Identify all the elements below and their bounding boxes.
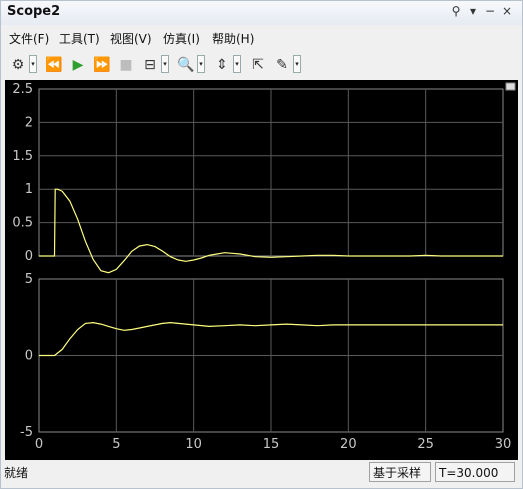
step-back-icon[interactable]: ⏪	[45, 55, 63, 75]
y-tick-label: 2	[25, 115, 33, 130]
title-bar[interactable]: Scope2 ⚲ ▾ − ×	[1, 1, 522, 25]
menu-bar: 文件(F) 工具(T) 视图(V) 仿真(I) 帮助(H)	[1, 27, 522, 49]
scope-display: 0 0.5 1 1.5 2 2.5 -5 0 5 0 5 10 15 20 25 30	[5, 80, 518, 460]
y-tick-label: -5	[20, 425, 33, 440]
minimize-icon[interactable]: −	[483, 4, 497, 18]
step-forward-icon[interactable]: ⏩	[93, 55, 111, 75]
run-icon[interactable]: ▶	[69, 55, 87, 75]
style-dropdown[interactable]: ▾	[293, 55, 301, 73]
y-tick-label: 2.5	[12, 82, 33, 97]
toolbar: ⚙ ▾ ⏪ ▶ ⏩ ■ ⊟ ▾ 🔍 ▾ ⇕ ▾ ⇱ ✎ ▾	[1, 51, 522, 79]
x-tick-label: 20	[340, 437, 357, 452]
y-tick-label: 0.5	[12, 216, 33, 231]
autoscale-icon[interactable]: ⇕	[213, 55, 231, 75]
axes-menu-icon	[505, 82, 516, 91]
zoom-dropdown[interactable]: ▾	[197, 55, 205, 73]
style-icon[interactable]: ✎	[273, 55, 291, 75]
y-tick-label: 1	[25, 182, 33, 197]
menu-simulation[interactable]: 仿真(I)	[163, 30, 200, 47]
pin-icon[interactable]: ⚲	[449, 4, 463, 18]
menu-help[interactable]: 帮助(H)	[212, 30, 254, 47]
x-tick-label: 0	[35, 437, 43, 452]
autoscale-dropdown[interactable]: ▾	[233, 55, 241, 73]
highlight-dropdown[interactable]: ▾	[161, 55, 169, 73]
settings-icon[interactable]: ⚙	[9, 55, 27, 75]
stop-icon[interactable]: ■	[117, 55, 135, 75]
menu-tools[interactable]: 工具(T)	[59, 30, 100, 47]
menu-file[interactable]: 文件(F)	[9, 30, 49, 47]
y-tick-label: 0	[25, 249, 33, 264]
menu-view[interactable]: 视图(V)	[110, 30, 152, 47]
zoom-icon[interactable]: 🔍	[177, 55, 195, 75]
scope-plots[interactable]: 00.511.522.5-5050 5 10 15 20 25 30	[5, 80, 518, 460]
x-tick-label: 10	[185, 437, 202, 452]
close-icon[interactable]: ×	[500, 4, 514, 18]
window-title: Scope2	[7, 4, 61, 19]
x-tick-label: 30	[495, 437, 512, 452]
scope-window: Scope2 ⚲ ▾ − × 文件(F) 工具(T) 视图(V) 仿真(I) 帮…	[0, 0, 523, 489]
status-bar: 就绪 基于采样 T=30.000	[1, 460, 522, 488]
y-tick-label: 0	[25, 349, 33, 364]
sample-mode-field: 基于采样	[369, 462, 431, 482]
x-tick-label: 15	[263, 437, 280, 452]
x-tick-label: 25	[417, 437, 434, 452]
cursor-measure-icon[interactable]: ⇱	[249, 55, 267, 75]
sim-time-field: T=30.000	[435, 462, 515, 482]
highlight-icon[interactable]: ⊟	[141, 55, 159, 75]
status-text: 就绪	[4, 466, 29, 480]
settings-dropdown[interactable]: ▾	[29, 55, 37, 73]
x-tick-label: 5	[112, 437, 120, 452]
y-tick-label: 5	[25, 272, 33, 287]
y-tick-label: 1.5	[12, 149, 33, 164]
dock-menu-icon[interactable]: ▾	[466, 4, 480, 18]
